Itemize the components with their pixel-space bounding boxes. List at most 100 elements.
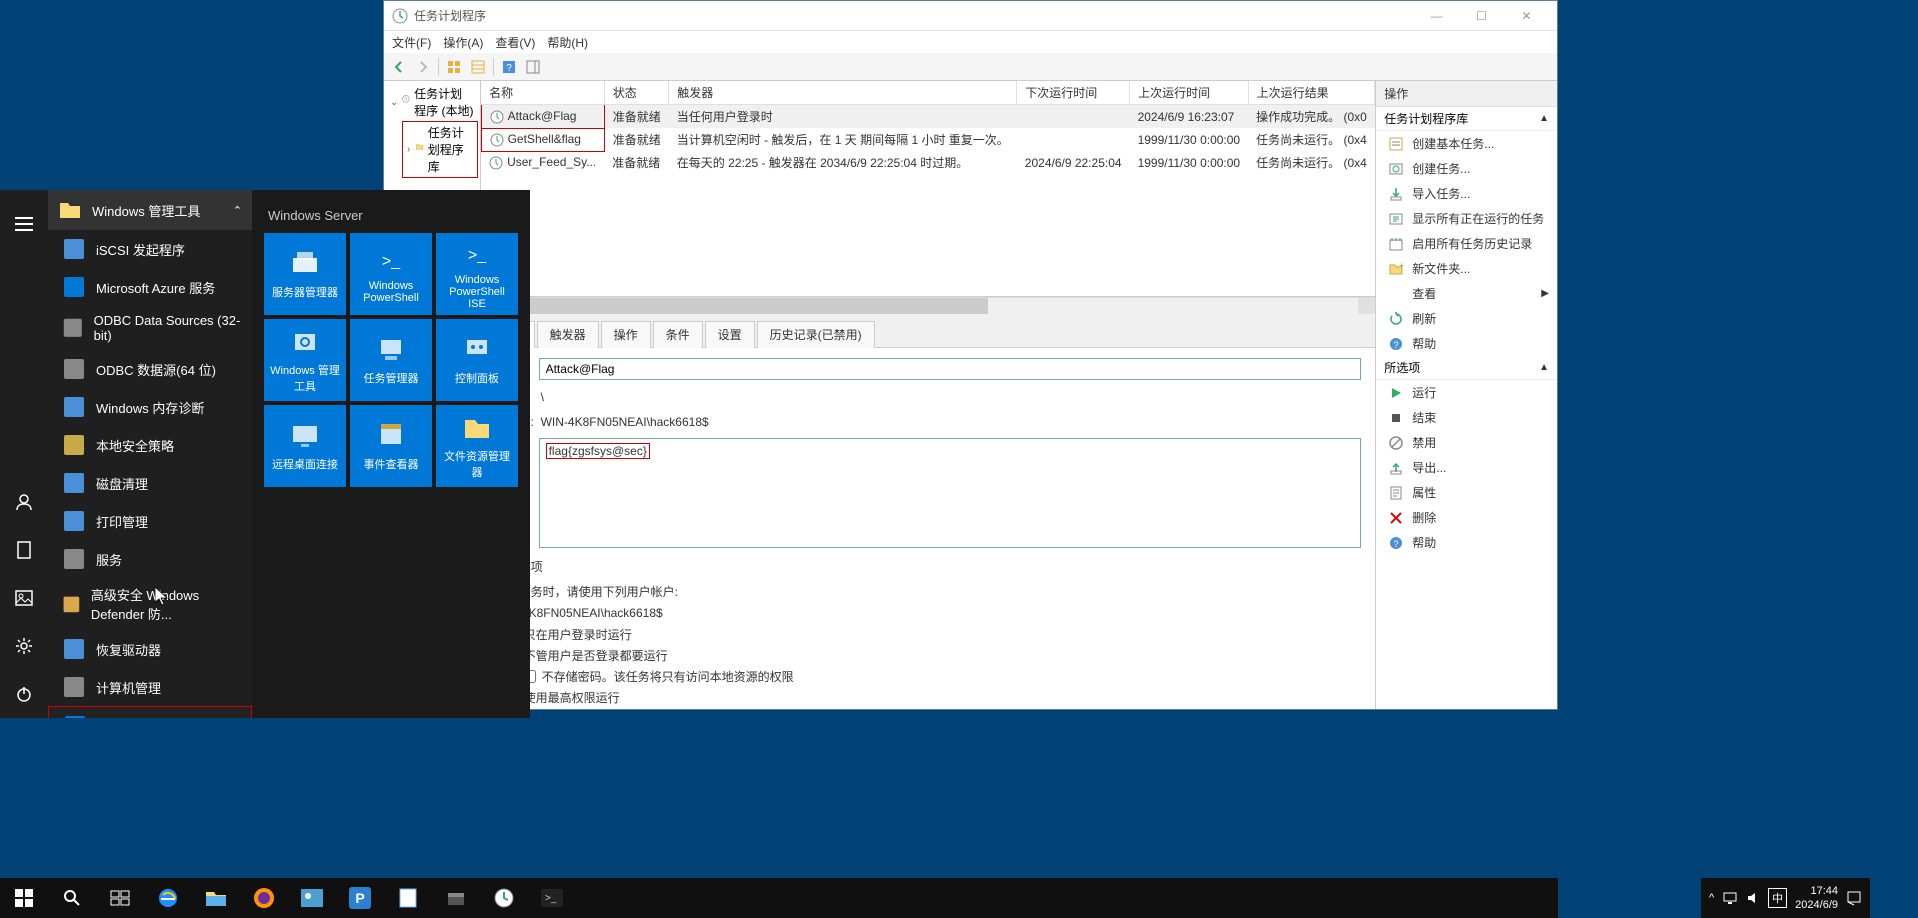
collapse-icon[interactable]: ⌄: [390, 97, 398, 108]
tree-root[interactable]: ⌄ 任务计划程序 (本地): [386, 83, 478, 121]
col-triggers[interactable]: 触发器: [669, 81, 1017, 105]
start-menu-item[interactable]: Windows 内存诊断: [48, 388, 252, 426]
tool-pane-icon[interactable]: [522, 56, 544, 78]
explorer-icon[interactable]: [192, 878, 240, 918]
action-item[interactable]: 创建任务...: [1376, 156, 1557, 181]
pictures-icon[interactable]: [0, 574, 48, 622]
start-menu-item[interactable]: ODBC 数据源(64 位): [48, 350, 252, 388]
cmd-icon[interactable]: >_: [528, 878, 576, 918]
start-menu-item[interactable]: iSCSI 发起程序: [48, 230, 252, 268]
start-tile[interactable]: 控制面板: [436, 319, 518, 401]
start-tile[interactable]: 远程桌面连接: [264, 405, 346, 487]
start-menu-item[interactable]: 本地安全策略: [48, 426, 252, 464]
tab-conditions[interactable]: 条件: [653, 321, 703, 348]
action-item[interactable]: +新文件夹...: [1376, 256, 1557, 281]
action-item[interactable]: 刷新: [1376, 306, 1557, 331]
window-titlebar[interactable]: 任务计划程序 — ☐ ✕: [384, 1, 1557, 31]
menu-view[interactable]: 查看(V): [495, 34, 535, 51]
menu-icon[interactable]: [0, 200, 48, 248]
col-name[interactable]: 名称: [481, 81, 604, 105]
start-tile[interactable]: >_Windows PowerShell ISE: [436, 233, 518, 315]
start-menu-item[interactable]: 服务: [48, 540, 252, 578]
start-menu-item[interactable]: 磁盘清理: [48, 464, 252, 502]
ime-indicator[interactable]: 中: [1768, 888, 1787, 908]
system-tray[interactable]: ^ 中 17:44 2024/6/9: [1701, 878, 1870, 918]
notifications-icon[interactable]: [1846, 890, 1862, 906]
action-item[interactable]: 启用所有任务历史记录: [1376, 231, 1557, 256]
clock[interactable]: 17:44 2024/6/9: [1795, 884, 1838, 913]
action-item[interactable]: 结束: [1376, 405, 1557, 430]
action-item[interactable]: 创建基本任务...: [1376, 131, 1557, 156]
start-tile[interactable]: 文件资源管理器: [436, 405, 518, 487]
documents-icon[interactable]: [0, 526, 48, 574]
tab-history[interactable]: 历史记录(已禁用): [757, 321, 875, 348]
tray-sound-icon[interactable]: [1746, 891, 1760, 905]
tree-library[interactable]: › 任务计划程序库: [402, 121, 478, 178]
start-menu-item[interactable]: ODBC Data Sources (32-bit): [48, 306, 252, 350]
task-scheduler-icon[interactable]: [480, 878, 528, 918]
actions-group-selected[interactable]: 所选项▲: [1376, 356, 1557, 380]
start-menu-item[interactable]: 计算机管理: [48, 668, 252, 706]
action-item[interactable]: 导出...: [1376, 455, 1557, 480]
tool-grid-icon[interactable]: [443, 56, 465, 78]
settings-icon[interactable]: [0, 622, 48, 670]
col-state[interactable]: 状态: [604, 81, 669, 105]
folder-admin-tools[interactable]: Windows 管理工具 ⌃: [48, 190, 252, 230]
action-item[interactable]: ?帮助: [1376, 530, 1557, 555]
start-menu-item[interactable]: 恢复驱动器: [48, 630, 252, 668]
task-view-button[interactable]: [96, 878, 144, 918]
tab-triggers[interactable]: 触发器: [537, 321, 599, 348]
tray-expand-icon[interactable]: ^: [1709, 892, 1714, 904]
tab-actions[interactable]: 操作: [601, 321, 651, 348]
image-viewer-icon[interactable]: [288, 878, 336, 918]
start-button[interactable]: [0, 878, 48, 918]
start-tile[interactable]: Windows 管理工具: [264, 319, 346, 401]
check-highest-priv[interactable]: 使用最高权限运行: [505, 689, 1362, 706]
col-lastrun[interactable]: 上次运行时间: [1130, 81, 1249, 105]
horizontal-scrollbar[interactable]: [481, 297, 1376, 314]
phpstudy-icon[interactable]: P: [336, 878, 384, 918]
minimize-button[interactable]: —: [1414, 2, 1459, 30]
action-item[interactable]: 查看▶: [1376, 281, 1557, 306]
start-menu-item[interactable]: 任务计划程序: [48, 706, 252, 718]
actions-group-library[interactable]: 任务计划程序库▲: [1376, 107, 1557, 131]
tab-settings[interactable]: 设置: [705, 321, 755, 348]
action-item[interactable]: 删除: [1376, 505, 1557, 530]
task-row[interactable]: GetShell&flag准备就绪当计算机空闲时 - 触发后，在 1 天 期间每…: [481, 128, 1375, 151]
start-tile[interactable]: 事件查看器: [350, 405, 432, 487]
firefox-icon[interactable]: [240, 878, 288, 918]
start-tile[interactable]: 任务管理器: [350, 319, 432, 401]
start-menu-item[interactable]: 高级安全 Windows Defender 防...: [48, 578, 252, 630]
notepad-icon[interactable]: [384, 878, 432, 918]
start-menu-item[interactable]: 打印管理: [48, 502, 252, 540]
task-row[interactable]: Attack@Flag准备就绪当任何用户登录时2024/6/9 16:23:07…: [481, 105, 1375, 129]
action-item[interactable]: 属性: [1376, 480, 1557, 505]
back-button[interactable]: [388, 56, 410, 78]
task-row[interactable]: User_Feed_Sy...准备就绪在每天的 22:25 - 触发器在 203…: [481, 151, 1375, 174]
start-tile[interactable]: >_Windows PowerShell: [350, 233, 432, 315]
task-name-input[interactable]: [539, 358, 1362, 380]
action-item[interactable]: ?帮助: [1376, 331, 1557, 356]
menu-action[interactable]: 操作(A): [443, 34, 483, 51]
check-no-password[interactable]: 不存储密码。该任务将只有访问本地资源的权限: [523, 668, 1362, 685]
search-button[interactable]: [48, 878, 96, 918]
task-description-input[interactable]: flag{zgsfsys@sec}: [539, 438, 1362, 548]
expand-icon[interactable]: ›: [407, 144, 412, 155]
menu-help[interactable]: 帮助(H): [547, 34, 588, 51]
power-icon[interactable]: [0, 670, 48, 718]
action-item[interactable]: 运行: [1376, 380, 1557, 405]
action-item[interactable]: 显示所有正在运行的任务: [1376, 206, 1557, 231]
action-item[interactable]: 禁用: [1376, 430, 1557, 455]
server-manager-icon[interactable]: [432, 878, 480, 918]
menu-file[interactable]: 文件(F): [392, 34, 431, 51]
radio-any[interactable]: 不管用户是否登录都要运行: [505, 647, 1362, 664]
col-lastresult[interactable]: 上次运行结果: [1248, 81, 1375, 105]
action-item[interactable]: 导入任务...: [1376, 181, 1557, 206]
user-icon[interactable]: [0, 478, 48, 526]
col-nextrun[interactable]: 下次运行时间: [1017, 81, 1130, 105]
forward-button[interactable]: [412, 56, 434, 78]
maximize-button[interactable]: ☐: [1459, 2, 1504, 30]
tool-list-icon[interactable]: [467, 56, 489, 78]
start-tile[interactable]: 服务器管理器: [264, 233, 346, 315]
close-button[interactable]: ✕: [1504, 2, 1549, 30]
